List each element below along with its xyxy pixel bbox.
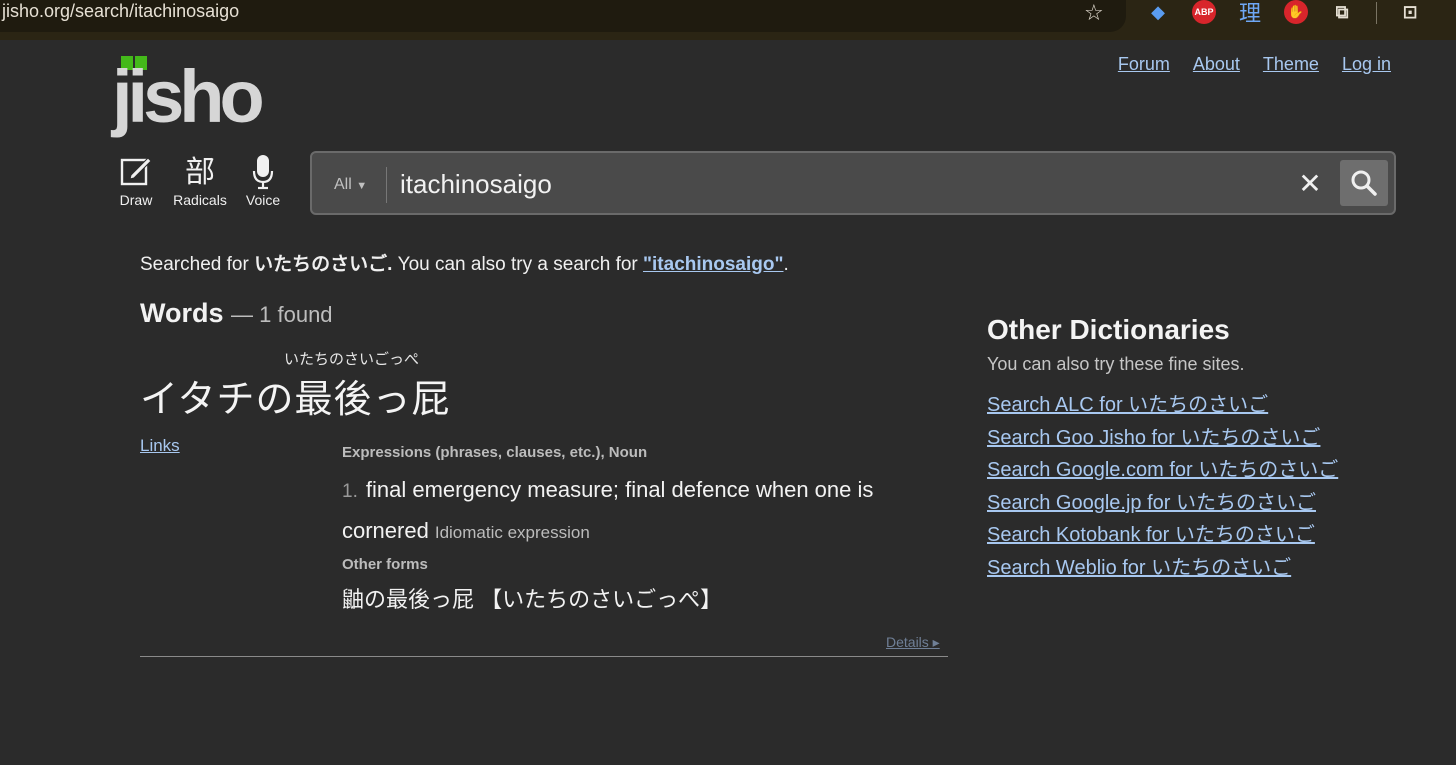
browser-toolbar: jisho.org/search/itachinosaigo ☆ ◆ ABP 理… xyxy=(0,0,1456,40)
search-goo-link[interactable]: Search Goo Jisho for いたちのさいご xyxy=(987,427,1320,449)
address-bar[interactable]: jisho.org/search/itachinosaigo ☆ xyxy=(0,0,1126,32)
search-kotobank-link[interactable]: Search Kotobank for いたちのさいご xyxy=(987,524,1315,546)
entry-headword: イタチの最後っ屁 xyxy=(140,379,451,421)
other-forms: 鼬の最後っ屁 【いたちのさいごっぺ】 xyxy=(342,587,723,612)
address-url[interactable]: jisho.org/search/itachinosaigo xyxy=(2,1,239,22)
list-item: Search Kotobank for いたちのさいご xyxy=(987,522,1338,555)
nav-about-link[interactable]: About xyxy=(1193,54,1240,75)
tab-search-icon[interactable]: ⊡ xyxy=(1398,0,1422,24)
other-forms-label: Other forms xyxy=(342,556,428,573)
toolbar-separator xyxy=(1376,2,1377,24)
search-weblio-link[interactable]: Search Weblio for いたちのさいご xyxy=(987,557,1291,579)
list-item: Search Goo Jisho for いたちのさいご xyxy=(987,425,1338,458)
entry-divider xyxy=(140,656,948,657)
searched-for-notice: Searched for いたちのさいご. You can also try a… xyxy=(140,249,789,276)
entry-meaning: 1. final emergency measure; final defence… xyxy=(342,470,942,552)
kanji-extension-icon[interactable]: 理 xyxy=(1238,0,1262,26)
details-link[interactable]: Details ▸ xyxy=(886,634,940,651)
radicals-label: Radicals xyxy=(173,192,227,208)
voice-label: Voice xyxy=(245,192,281,208)
entry-links-toggle[interactable]: Links xyxy=(140,436,180,456)
shield-extension-icon[interactable]: ◆ xyxy=(1146,0,1170,24)
voice-button[interactable]: Voice xyxy=(240,154,286,208)
sense-tag: Idiomatic expression xyxy=(434,523,590,542)
words-count: — 1 found xyxy=(231,302,333,327)
search-google-jp-link[interactable]: Search Google.jp for いたちのさいご xyxy=(987,492,1316,514)
top-nav: Forum About Theme Log in xyxy=(1118,54,1391,75)
part-of-speech: Expressions (phrases, clauses, etc.), No… xyxy=(342,444,648,461)
caret-down-icon: ▼ xyxy=(356,180,368,192)
filter-label: All xyxy=(334,176,352,193)
bookmark-star-icon[interactable]: ☆ xyxy=(1084,0,1104,26)
sense-number: 1. xyxy=(342,481,358,502)
nav-theme-link[interactable]: Theme xyxy=(1263,54,1319,75)
radicals-button[interactable]: 部 Radicals xyxy=(168,154,232,208)
words-heading: Words — 1 found xyxy=(140,298,333,329)
search-input[interactable] xyxy=(400,168,1280,200)
other-dictionaries-list: Search ALC for いたちのさいご Search Goo Jisho … xyxy=(987,392,1338,587)
adblock-extension-icon[interactable]: ABP xyxy=(1192,0,1216,24)
list-item: Search Google.jp for いたちのさいご xyxy=(987,490,1338,523)
search-bar: All ▼ ✕ xyxy=(310,151,1396,215)
list-item: Search Google.com for いたちのさいご xyxy=(987,457,1338,490)
logo-text: jisho xyxy=(112,55,265,138)
searched-suffix: . xyxy=(783,254,789,275)
list-item: Search ALC for いたちのさいご xyxy=(987,392,1338,425)
radicals-glyph-icon: 部 xyxy=(185,156,215,189)
draw-button[interactable]: Draw xyxy=(116,154,156,208)
search-google-com-link[interactable]: Search Google.com for いたちのさいご xyxy=(987,459,1338,481)
microphone-icon xyxy=(240,154,286,192)
meaning-text: final emergency measure; final defence w… xyxy=(342,477,874,543)
other-dictionaries-subtitle: You can also try these fine sites. xyxy=(987,354,1245,374)
stop-hand-extension-icon[interactable]: ✋ xyxy=(1284,0,1308,24)
words-title: Words xyxy=(140,298,224,328)
list-item: Search Weblio for いたちのさいご xyxy=(987,555,1338,588)
searched-term: いたちのさいご. xyxy=(254,254,393,275)
entry-furigana: いたちのさいごっぺ xyxy=(284,351,420,368)
clear-search-icon[interactable]: ✕ xyxy=(1296,166,1324,202)
jisho-logo[interactable]: jisho xyxy=(112,56,284,138)
puzzle-extensions-icon[interactable]: ⧉ xyxy=(1330,0,1354,24)
nav-forum-link[interactable]: Forum xyxy=(1118,54,1170,75)
searched-middle: You can also try a search for xyxy=(392,254,644,275)
filter-separator xyxy=(386,167,387,203)
alt-search-link[interactable]: "itachinosaigo" xyxy=(643,254,783,275)
magnifier-icon xyxy=(1351,170,1377,196)
searched-prefix: Searched for xyxy=(140,254,255,275)
pencil-icon xyxy=(116,154,156,192)
search-button[interactable] xyxy=(1340,160,1388,206)
nav-login-link[interactable]: Log in xyxy=(1342,54,1391,75)
other-dictionaries-title: Other Dictionaries xyxy=(987,314,1230,345)
draw-label: Draw xyxy=(119,192,153,208)
search-alc-link[interactable]: Search ALC for いたちのさいご xyxy=(987,394,1268,416)
search-filter-dropdown[interactable]: All ▼ xyxy=(334,176,367,194)
